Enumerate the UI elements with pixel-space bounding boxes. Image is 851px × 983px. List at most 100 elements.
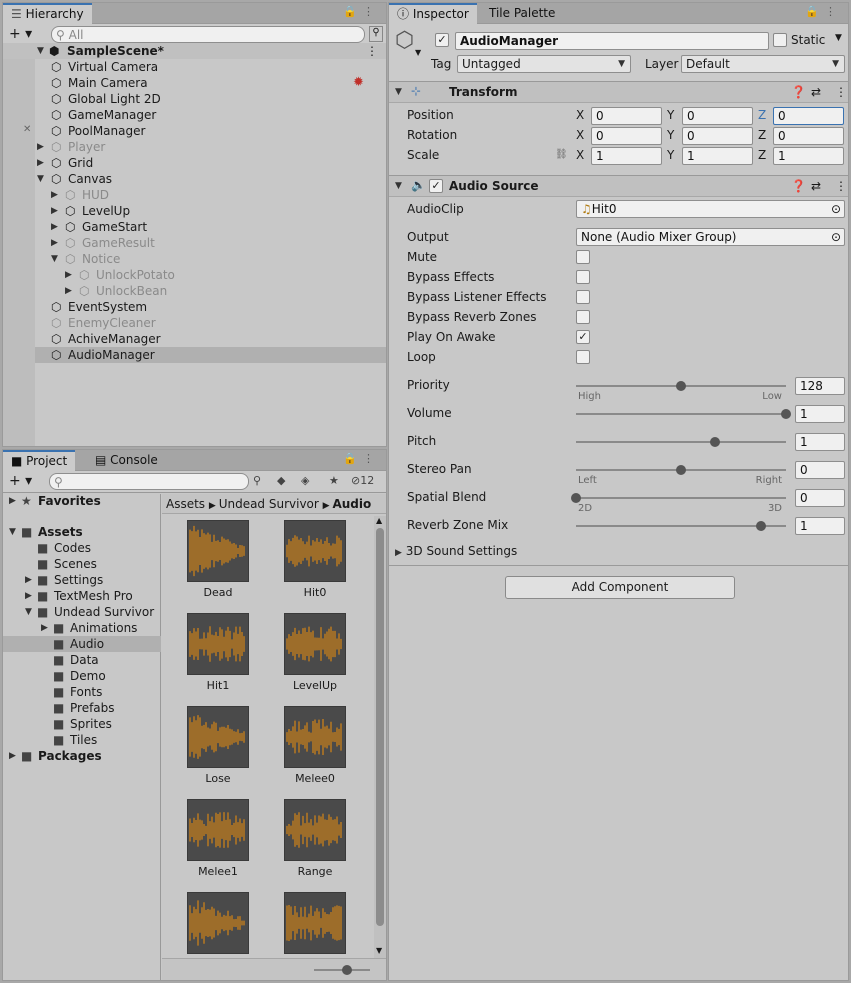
pickability-icon[interactable]: ✕: [23, 124, 31, 135]
folder-tree-item[interactable]: ▼ ■ Undead Survivor: [3, 604, 161, 620]
axis-label-x[interactable]: X: [576, 148, 584, 162]
active-checkbox[interactable]: ✓: [435, 33, 449, 47]
slider-knob[interactable]: [781, 409, 791, 419]
folder-tree-item[interactable]: ▶ ★ Favorites: [3, 493, 161, 509]
slider-track[interactable]: [576, 525, 786, 527]
hierarchy-item[interactable]: ▶ ⬡ UnlockBean: [35, 283, 386, 299]
audio-asset-thumbnail[interactable]: [284, 799, 346, 861]
audio-asset-thumbnail[interactable]: [187, 706, 249, 768]
axis-label-y[interactable]: Y: [667, 108, 674, 122]
static-dropdown-icon[interactable]: ▼: [835, 33, 842, 43]
component-presets-icon[interactable]: ⇄: [811, 179, 821, 193]
folder-tree-item[interactable]: ■ Tiles: [3, 732, 161, 748]
tab-project[interactable]: ■ Project: [3, 450, 76, 471]
breadcrumb-assets[interactable]: Assets: [166, 497, 205, 511]
tab-inspector[interactable]: ⓘ Inspector: [389, 3, 477, 24]
panel-menu-icon[interactable]: 🔒⋮: [805, 5, 842, 18]
component-help-icon[interactable]: ❓: [791, 85, 806, 99]
scroll-down-icon[interactable]: ▼: [376, 946, 382, 955]
slider-value-field[interactable]: 128: [795, 377, 845, 395]
toggle-checkbox[interactable]: [576, 250, 590, 264]
folder-tree-item[interactable]: ■ Audio: [3, 636, 161, 652]
folder-tree-item[interactable]: ■ Scenes: [3, 556, 161, 572]
static-checkbox[interactable]: [773, 33, 787, 47]
axis-label-x[interactable]: X: [576, 108, 584, 122]
hierarchy-item[interactable]: ⬡ AchiveManager: [35, 331, 386, 347]
folder-tree-item[interactable]: ■ Codes: [3, 540, 161, 556]
toggle-checkbox[interactable]: [576, 290, 590, 304]
collapse-arrow-icon[interactable]: ▶: [9, 748, 16, 764]
folder-tree-item[interactable]: ■ Demo: [3, 668, 161, 684]
audioclip-field[interactable]: ♫Hit0 ⊙: [576, 200, 845, 218]
hierarchy-item[interactable]: ▶ ⬡ HUD: [35, 187, 386, 203]
collapse-arrow-icon[interactable]: ▶: [25, 572, 32, 588]
transform-x-field[interactable]: 0: [591, 127, 662, 145]
icon-dropdown-icon[interactable]: ▼: [415, 48, 421, 57]
transform-header[interactable]: ▼ ⊹ Transform ❓ ⇄ ⋮: [389, 81, 848, 103]
expand-arrow-icon[interactable]: ▼: [9, 524, 16, 540]
transform-x-field[interactable]: 1: [591, 147, 662, 165]
search-options-icon[interactable]: ⚲: [369, 26, 383, 42]
collapse-arrow-icon[interactable]: ▶: [25, 588, 32, 604]
add-component-button[interactable]: Add Component: [505, 576, 735, 599]
hierarchy-item[interactable]: ⬡ Global Light 2D: [35, 91, 386, 107]
collapse-arrow-icon[interactable]: ▶: [65, 283, 72, 299]
slider-track[interactable]: [576, 413, 786, 415]
transform-z-field[interactable]: 0: [773, 107, 844, 125]
axis-label-x[interactable]: X: [576, 128, 584, 142]
audio-asset-thumbnail[interactable]: [284, 706, 346, 768]
folder-tree-item[interactable]: ■ Prefabs: [3, 700, 161, 716]
toggle-checkbox[interactable]: [576, 270, 590, 284]
object-picker-icon[interactable]: ⊙: [831, 229, 841, 245]
axis-label-y[interactable]: Y: [667, 148, 674, 162]
toggle-checkbox[interactable]: ✓: [576, 330, 590, 344]
folder-tree-item[interactable]: ■ Fonts: [3, 684, 161, 700]
hierarchy-item[interactable]: ⬡ Main Camera: [35, 75, 386, 91]
tag-dropdown[interactable]: Untagged ▼: [457, 55, 631, 73]
hierarchy-item[interactable]: ▶ ⬡ LevelUp: [35, 203, 386, 219]
collapse-arrow-icon[interactable]: ▶: [37, 155, 44, 171]
axis-label-y[interactable]: Y: [667, 128, 674, 142]
audio-asset-thumbnail[interactable]: [187, 520, 249, 582]
folder-tree-item[interactable]: ▼ ■ Assets: [3, 524, 161, 540]
output-field[interactable]: None (Audio Mixer Group) ⊙: [576, 228, 845, 246]
hierarchy-item[interactable]: ⬡ GameManager: [35, 107, 386, 123]
collapse-arrow-icon[interactable]: ▼: [395, 87, 402, 97]
folder-tree-item[interactable]: ■ Sprites: [3, 716, 161, 732]
component-enabled-checkbox[interactable]: ✓: [429, 179, 443, 193]
object-name-field[interactable]: AudioManager: [455, 32, 769, 50]
filter-type-icon[interactable]: ◆: [277, 474, 285, 487]
audio-asset-thumbnail[interactable]: [187, 799, 249, 861]
constrain-proportions-icon[interactable]: ⛓: [555, 149, 568, 160]
component-menu-icon[interactable]: ⋮: [835, 179, 847, 193]
expand-arrow-icon[interactable]: ▼: [37, 43, 44, 59]
label-icon[interactable]: ◈: [301, 474, 309, 487]
toggle-checkbox[interactable]: [576, 350, 590, 364]
slider-knob[interactable]: [676, 465, 686, 475]
hidden-packages-icon[interactable]: ⊘12: [351, 474, 374, 487]
audio-asset-thumbnail[interactable]: [187, 613, 249, 675]
hierarchy-item[interactable]: ▼ ⬡ Canvas: [35, 171, 386, 187]
slider-knob[interactable]: [571, 493, 581, 503]
axis-label-z[interactable]: Z: [758, 108, 766, 122]
folder-tree-item[interactable]: ▶ ■ Packages: [3, 748, 161, 764]
hierarchy-item[interactable]: ⬡ PoolManager: [35, 123, 386, 139]
axis-label-z[interactable]: Z: [758, 148, 766, 162]
audio-source-header[interactable]: ▼ 🔈 ✓ Audio Source ❓ ⇄ ⋮: [389, 175, 848, 197]
transform-y-field[interactable]: 0: [682, 107, 753, 125]
collapse-arrow-icon[interactable]: ▶: [37, 139, 44, 155]
audio-asset-thumbnail[interactable]: [284, 892, 346, 954]
hierarchy-item[interactable]: ▶ ⬡ UnlockPotato: [35, 267, 386, 283]
component-help-icon[interactable]: ❓: [791, 179, 806, 193]
slider-knob[interactable]: [676, 381, 686, 391]
project-search-input[interactable]: ⚲: [49, 473, 249, 490]
collapse-arrow-icon[interactable]: ▶: [51, 219, 58, 235]
folder-tree-item[interactable]: ▶ ■ Animations: [3, 620, 161, 636]
scroll-up-icon[interactable]: ▲: [376, 516, 382, 525]
folder-tree-item[interactable]: ▶ ■ Settings: [3, 572, 161, 588]
zoom-slider-knob[interactable]: [342, 965, 352, 975]
expand-arrow-icon[interactable]: ▼: [25, 604, 32, 620]
collapse-arrow-icon[interactable]: ▶: [65, 267, 72, 283]
audio-asset-thumbnail[interactable]: [187, 892, 249, 954]
breadcrumb-audio[interactable]: Audio: [332, 497, 371, 511]
